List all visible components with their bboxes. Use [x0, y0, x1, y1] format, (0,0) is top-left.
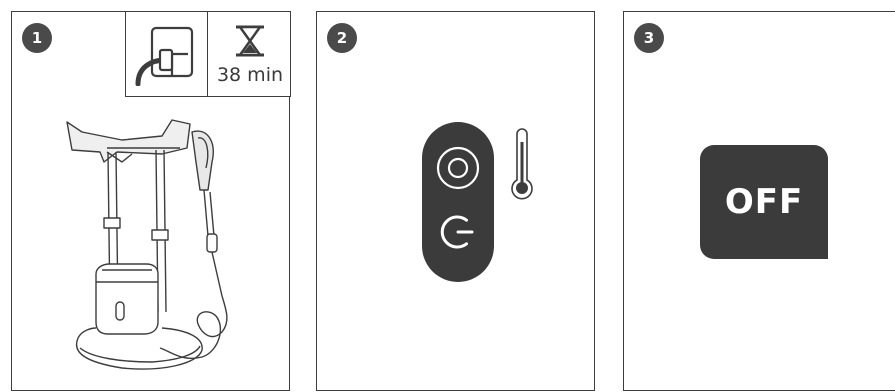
garment-steamer-illustration [66, 119, 228, 370]
step-3-badge: 3 [634, 23, 664, 53]
step-1-panel: 1 38 min [11, 11, 291, 391]
step-2-badge: 2 [327, 23, 357, 53]
off-indicator: OFF [700, 145, 828, 259]
thermometer-icon [511, 128, 533, 200]
step-3-panel: 3 OFF [623, 11, 895, 391]
control-panel-body [422, 122, 494, 282]
step-2-panel: 2 [316, 11, 595, 391]
control-panel-illustration [422, 122, 533, 282]
